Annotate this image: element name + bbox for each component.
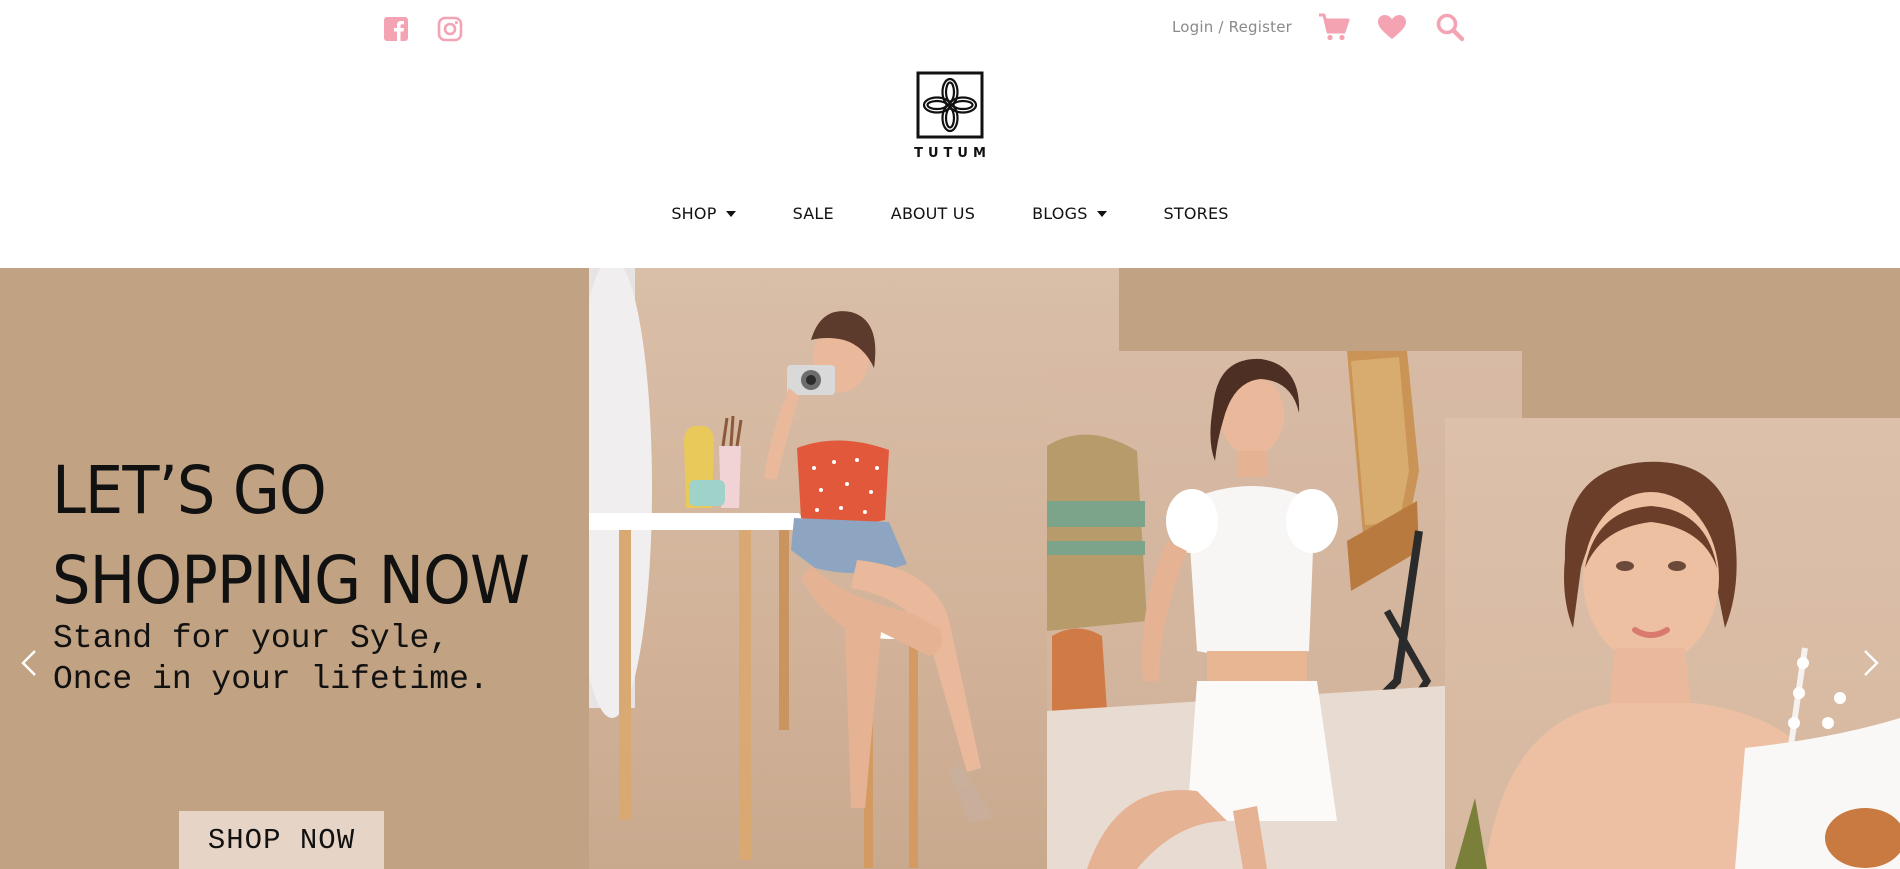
login-separator: / [1213,18,1229,36]
login-register-link: Login / Register [1172,18,1292,36]
account-actions: Login / Register [1172,12,1466,42]
heart-icon[interactable] [1376,12,1408,42]
nav-item-label: SALE [792,204,834,223]
nav-item-stores[interactable]: STORES [1164,204,1229,223]
hero-headline-line2: SHOPPING NOW [52,542,530,619]
shop-now-button[interactable]: SHOP NOW [179,811,384,869]
hero-photo-camera-model [589,268,1119,869]
hero-tagline-line1: Stand for your Syle, [53,620,450,657]
hero-banner: LET’S GO SHOPPING NOW Stand for your Syl… [0,268,1900,869]
caret-down-icon [725,211,736,217]
nav-item-label: ABOUT US [890,204,976,223]
caret-down-icon [1096,211,1107,217]
nav-item-about-us[interactable]: ABOUT US [891,204,975,223]
chevron-right-icon[interactable] [1856,648,1886,678]
nav-item-label: BLOGS [1032,204,1088,223]
brand-logo-mark [916,71,984,139]
hero-tagline: Stand for your Syle, Once in your lifeti… [53,618,489,700]
hero-photo-portrait-model [1445,418,1900,869]
hero-headline-line1: LET’S GO [52,452,327,529]
social-links [380,14,466,44]
chevron-left-icon[interactable] [14,648,44,678]
hero-headline: LET’S GO SHOPPING NOW [52,446,530,626]
nav-item-label: SHOP [671,204,717,223]
register-link[interactable]: Register [1229,18,1292,36]
nav-item-shop[interactable]: SHOP [671,204,736,223]
login-link[interactable]: Login [1172,18,1213,36]
cart-icon[interactable] [1318,12,1350,42]
top-bar: Login / Register [0,0,1900,56]
search-icon[interactable] [1434,12,1466,42]
main-nav: SHOP SALE ABOUT US BLOGS STORES [0,204,1900,223]
instagram-icon[interactable] [434,14,466,44]
nav-item-sale[interactable]: SALE [793,204,834,223]
facebook-icon[interactable] [380,14,412,44]
brand-name: TUTUM [914,146,991,161]
hero-tagline-line2: Once in your lifetime. [53,661,489,698]
brand-logo[interactable]: TUTUM [900,70,1000,161]
nav-item-blogs[interactable]: BLOGS [1032,204,1107,223]
nav-item-label: STORES [1163,204,1229,223]
